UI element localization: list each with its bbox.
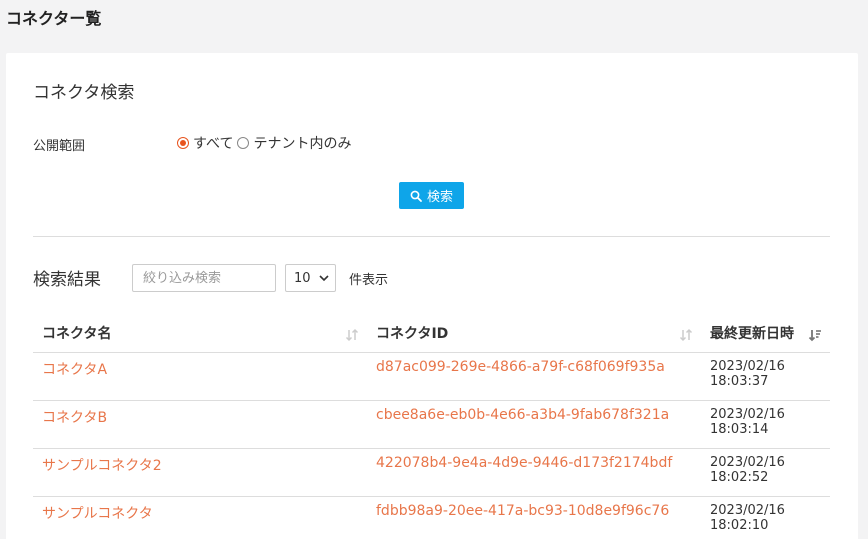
radio-all-label: すべて <box>193 136 234 152</box>
radio-tenant-label: テナント内のみ <box>253 136 352 152</box>
scope-radio-group: すべて テナント内のみ <box>177 133 355 153</box>
column-header-updated[interactable]: 最終更新日時 <box>701 315 830 353</box>
page-size-suffix: 件表示 <box>349 273 389 288</box>
table-row: サンプルコネクタ fdbb98a9-20ee-417a-bc93-10d8e9f… <box>33 496 830 539</box>
page-size-select[interactable]: 10 <box>285 264 336 292</box>
connector-id-link[interactable]: d87ac099-269e-4866-a79f-c68f069f935a <box>376 359 665 375</box>
connector-name-link[interactable]: サンプルコネクタ <box>42 506 153 522</box>
table-row: サンプルコネクタ2 422078b4-9e4a-4d9e-9446-d173f2… <box>33 448 830 497</box>
updated-time: 18:02:10 <box>710 517 769 533</box>
updated-time: 18:03:37 <box>710 373 769 389</box>
connector-name-link[interactable]: サンプルコネクタ2 <box>42 458 162 474</box>
updated-date: 2023/02/16 <box>710 502 785 518</box>
radio-tenant[interactable] <box>237 137 250 149</box>
updated-time: 18:02:52 <box>710 469 769 485</box>
sort-icon[interactable] <box>345 328 359 342</box>
page-title: コネクター覧 <box>6 9 102 28</box>
column-header-id[interactable]: コネクタID <box>367 315 701 353</box>
column-header-name[interactable]: コネクタ名 <box>33 315 367 353</box>
chevron-down-icon <box>319 275 329 282</box>
connector-id-link[interactable]: cbee8a6e-eb0b-4e66-a3b4-9fab678f321a <box>376 407 669 423</box>
table-row: コネクタA d87ac099-269e-4866-a79f-c68f069f93… <box>33 352 830 401</box>
updated-date: 2023/02/16 <box>710 358 785 374</box>
scope-option-all[interactable]: すべて <box>177 133 233 153</box>
filter-search-input[interactable] <box>132 264 276 292</box>
sort-desc-icon[interactable] <box>808 328 822 342</box>
connector-id-link[interactable]: 422078b4-9e4a-4d9e-9446-d173f2174bdf <box>376 455 672 471</box>
connector-name-link[interactable]: コネクタB <box>42 410 107 426</box>
scope-label: 公開範囲 <box>33 139 86 154</box>
table-row: コネクタB cbee8a6e-eb0b-4e66-a3b4-9fab678f32… <box>33 400 830 449</box>
search-icon <box>410 190 422 202</box>
section-divider <box>33 236 830 237</box>
connector-panel: コネクタ検索 公開範囲 すべて テナント内のみ 検索 検索結果 10 件表示 <box>6 53 858 539</box>
radio-all[interactable] <box>177 137 189 149</box>
scope-option-tenant[interactable]: テナント内のみ <box>237 133 351 153</box>
updated-date: 2023/02/16 <box>710 406 785 422</box>
table-header-row: コネクタ名 コネクタID 最終更新日時 <box>33 315 830 353</box>
search-button[interactable]: 検索 <box>399 182 464 209</box>
updated-time: 18:03:14 <box>710 421 769 437</box>
page-size-value: 10 <box>294 270 311 286</box>
search-section-title: コネクタ検索 <box>33 83 135 103</box>
updated-date: 2023/02/16 <box>710 454 785 470</box>
sort-icon[interactable] <box>679 328 693 342</box>
search-button-label: 検索 <box>426 190 453 205</box>
results-title: 検索結果 <box>33 270 101 290</box>
results-table: コネクタ名 コネクタID 最終更新日時 コネクタA d87ac099-269e-… <box>33 315 830 539</box>
connector-id-link[interactable]: fdbb98a9-20ee-417a-bc93-10d8e9f96c76 <box>376 503 669 519</box>
connector-name-link[interactable]: コネクタA <box>42 362 107 378</box>
